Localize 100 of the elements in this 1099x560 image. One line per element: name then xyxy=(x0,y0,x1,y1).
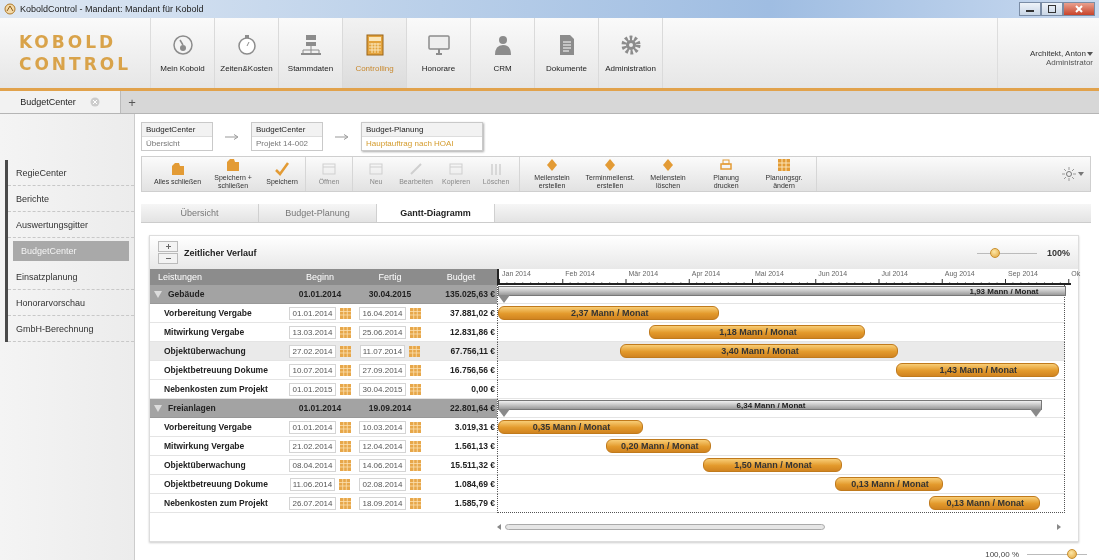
gantt-bar[interactable]: 0,20 Mann / Monat xyxy=(606,439,711,453)
caret-icon xyxy=(1087,51,1093,56)
zoom-slider[interactable] xyxy=(976,246,1037,259)
calendar-icon[interactable] xyxy=(409,478,421,490)
breadcrumb-item[interactable]: Budget-Planung Hauptauftrag nach HOAI xyxy=(361,122,483,151)
nav-item[interactable]: Mein Kobold xyxy=(151,18,215,88)
calendar-icon[interactable] xyxy=(339,440,351,452)
date-field[interactable]: 01.01.2014 xyxy=(289,306,336,320)
tab[interactable]: Gantt-Diagramm xyxy=(377,204,495,222)
calendar-icon[interactable] xyxy=(409,497,421,509)
calendar-icon[interactable] xyxy=(409,364,421,376)
settings-button[interactable] xyxy=(1062,167,1084,181)
sidebar-item[interactable]: Einsatzplanung xyxy=(8,264,134,290)
date-field[interactable]: 25.06.2014 xyxy=(359,325,406,339)
sidebar-item[interactable]: Auswertungsgitter xyxy=(8,212,134,238)
expand-toggle-icon[interactable] xyxy=(154,404,162,412)
calendar-icon[interactable] xyxy=(339,307,351,319)
calendar-icon[interactable] xyxy=(409,383,421,395)
breadcrumb-item[interactable]: BudgetCenter Übersicht xyxy=(141,122,213,151)
calendar-icon[interactable] xyxy=(409,345,421,357)
minimize-button[interactable] xyxy=(1019,2,1041,16)
calendar-icon[interactable] xyxy=(339,383,351,395)
date-field[interactable]: 26.07.2014 xyxy=(289,496,336,510)
zoom-slider[interactable] xyxy=(1027,548,1087,560)
user-menu[interactable]: Architekt, Anton xyxy=(1029,49,1093,58)
printer-icon xyxy=(719,158,734,172)
table-row[interactable]: Vorbereitung Vergabe xyxy=(150,418,285,437)
date-field[interactable]: 16.04.2014 xyxy=(359,306,406,320)
expand-toggle-icon[interactable] xyxy=(154,290,162,298)
date-field[interactable]: 01.01.2015 xyxy=(289,382,336,396)
nav-item[interactable]: Dokumente xyxy=(535,18,599,88)
date-field[interactable]: 18.09.2014 xyxy=(359,496,406,510)
gantt-bar[interactable]: 0,13 Mann / Monat xyxy=(928,496,1040,510)
table-row[interactable]: Objektüberwachung xyxy=(150,342,285,361)
calendar-icon[interactable] xyxy=(339,497,351,509)
table-row[interactable]: Mitwirkung Vergabe xyxy=(150,437,285,456)
gantt-bar[interactable]: 0,13 Mann / Monat xyxy=(835,477,943,491)
gantt-bar[interactable]: 1,18 Mann / Monat xyxy=(648,325,865,339)
date-field[interactable]: 30.04.2015 xyxy=(359,382,406,396)
document-tab[interactable]: BudgetCenter xyxy=(0,91,121,113)
date-field[interactable]: 01.01.2014 xyxy=(289,420,336,434)
calendar-icon[interactable] xyxy=(339,326,351,338)
close-icon[interactable] xyxy=(89,97,100,107)
sidebar-item[interactable]: GmbH-Berechnung xyxy=(8,316,134,342)
calendar-icon[interactable] xyxy=(339,478,351,490)
gantt-bar[interactable]: 1,43 Mann / Monat xyxy=(895,363,1059,377)
calendar-icon[interactable] xyxy=(409,459,421,471)
summary-bar[interactable]: 6,34 Mann / Monat xyxy=(498,400,1042,410)
date-field[interactable]: 12.04.2014 xyxy=(359,439,406,453)
calendar-icon[interactable] xyxy=(339,364,351,376)
maximize-button[interactable] xyxy=(1041,2,1063,16)
nav-item[interactable]: CRM xyxy=(471,18,535,88)
table-cell: 135.025,63 € xyxy=(445,289,495,299)
calendar-icon[interactable] xyxy=(409,440,421,452)
gantt-bar[interactable]: 1,50 Mann / Monat xyxy=(702,458,842,472)
calendar-icon[interactable] xyxy=(339,345,351,357)
date-field[interactable]: 27.02.2014 xyxy=(289,344,336,358)
nav-item[interactable]: Administration xyxy=(599,18,663,88)
date-field[interactable]: 27.09.2014 xyxy=(359,363,406,377)
sidebar-item[interactable]: Honorarvorschau xyxy=(8,290,134,316)
checkmark-icon xyxy=(275,162,290,176)
calendar-icon[interactable] xyxy=(339,421,351,433)
date-field[interactable]: 13.03.2014 xyxy=(289,325,336,339)
table-row[interactable]: Objektbetreuung Dokume xyxy=(150,475,285,494)
table-row[interactable]: Objektbetreuung Dokume xyxy=(150,361,285,380)
slider-thumb[interactable] xyxy=(989,247,1000,258)
date-field[interactable]: 10.07.2014 xyxy=(289,363,336,377)
scroll-left-icon[interactable] xyxy=(497,524,501,530)
sidebar-item[interactable]: Berichte xyxy=(8,186,134,212)
breadcrumb-item[interactable]: BudgetCenter Projekt 14-002 xyxy=(251,122,323,151)
date-field[interactable]: 10.03.2014 xyxy=(359,420,406,434)
close-button[interactable] xyxy=(1063,2,1095,16)
nav-item[interactable]: Honorare xyxy=(407,18,471,88)
nav-item[interactable]: Zeiten&Kosten xyxy=(215,18,279,88)
scrollbar-thumb[interactable] xyxy=(505,524,825,530)
summary-bar[interactable]: 1,93 Mann / Monat xyxy=(498,286,1066,296)
date-field[interactable]: 08.04.2014 xyxy=(289,458,336,472)
scroll-right-icon[interactable] xyxy=(1057,524,1061,530)
date-field[interactable]: 14.06.2014 xyxy=(359,458,406,472)
collapse-button[interactable] xyxy=(158,253,178,264)
calendar-icon[interactable] xyxy=(339,459,351,471)
calendar-icon[interactable] xyxy=(409,326,421,338)
slider-thumb[interactable] xyxy=(1067,549,1077,559)
table-row[interactable]: Nebenkosten zum Projekt xyxy=(150,494,285,513)
table-row[interactable]: Objektüberwachung xyxy=(150,456,285,475)
calendar-icon[interactable] xyxy=(409,307,421,319)
tab[interactable]: Übersicht xyxy=(141,204,259,222)
date-field[interactable]: 11.07.2014 xyxy=(359,344,406,358)
gantt-bar[interactable]: 2,37 Mann / Monat xyxy=(498,306,720,320)
sidebar-item[interactable]: RegieCenter xyxy=(8,160,134,186)
gantt-bar[interactable]: 3,40 Mann / Monat xyxy=(619,344,898,358)
calendar-icon[interactable] xyxy=(409,421,421,433)
gantt-bar[interactable]: 0,35 Mann / Monat xyxy=(498,420,643,434)
bar-label: 1,18 Mann / Monat xyxy=(719,326,797,338)
table-row[interactable]: Vorbereitung Vergabe xyxy=(150,304,285,323)
diamond-icon xyxy=(603,158,618,172)
date-field[interactable]: 11.06.2014 xyxy=(289,477,336,491)
expand-button[interactable] xyxy=(158,241,178,252)
date-field[interactable]: 21.02.2014 xyxy=(289,439,336,453)
date-field[interactable]: 02.08.2014 xyxy=(359,477,406,491)
